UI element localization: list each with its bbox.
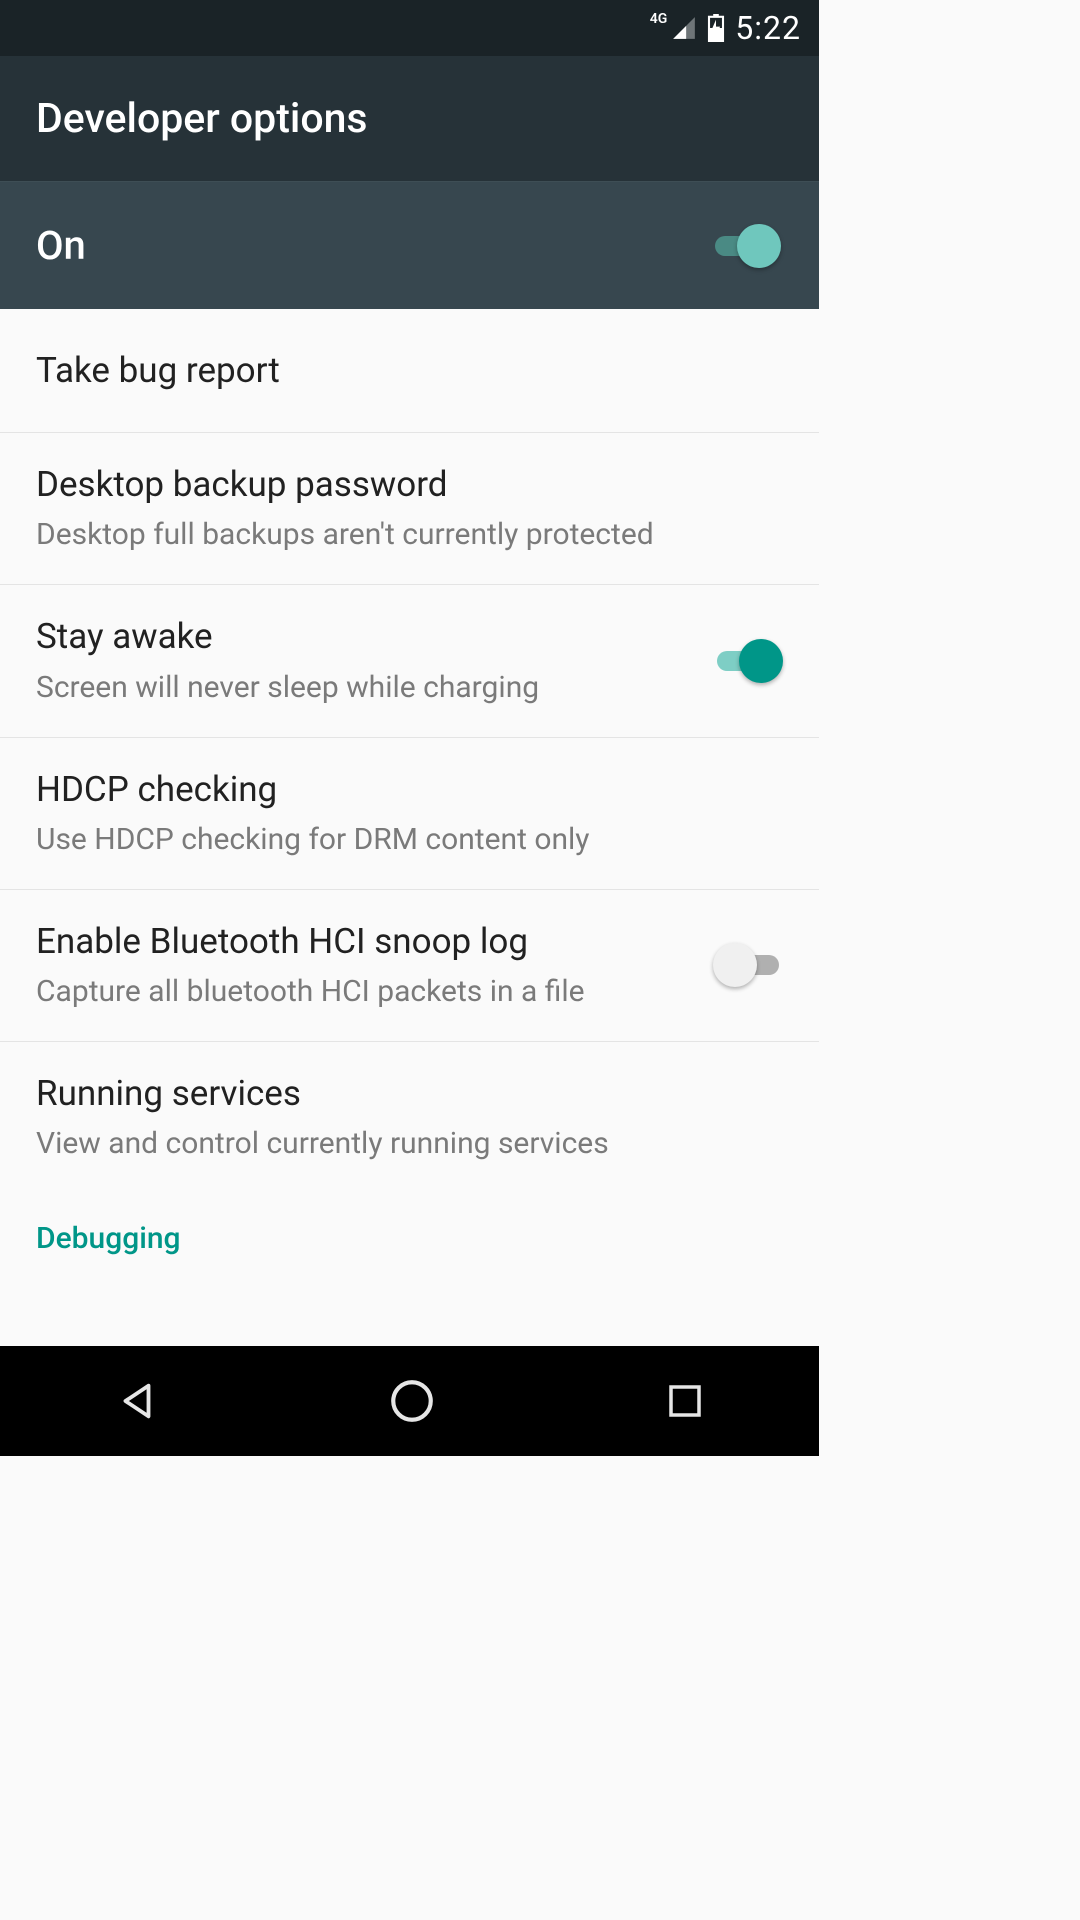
- item-subtitle: Desktop full backups aren't currently pr…: [36, 514, 767, 556]
- item-subtitle: Screen will never sleep while charging: [36, 667, 697, 709]
- item-subtitle: Use HDCP checking for DRM content only: [36, 819, 767, 861]
- item-subtitle: Capture all bluetooth HCI packets in a f…: [36, 971, 697, 1013]
- page-title: Developer options: [36, 95, 368, 143]
- item-subtitle: View and control currently running servi…: [36, 1123, 767, 1165]
- item-title: Running services: [36, 1070, 767, 1117]
- status-bar: 4G 5:22: [0, 0, 819, 56]
- cell-signal-icon: [671, 15, 697, 41]
- master-toggle-switch[interactable]: [711, 224, 781, 268]
- network-type-label: 4G: [650, 11, 668, 27]
- item-title: Take bug report: [36, 347, 767, 394]
- navigation-bar: [0, 1346, 819, 1456]
- item-title: HDCP checking: [36, 766, 767, 813]
- home-button[interactable]: [387, 1376, 437, 1426]
- battery-charging-icon: [707, 14, 725, 42]
- settings-list: Take bug report Desktop backup password …: [0, 309, 819, 1256]
- recent-apps-button[interactable]: [664, 1380, 706, 1422]
- developer-options-master-toggle[interactable]: On: [0, 181, 819, 309]
- desktop-backup-password-item[interactable]: Desktop backup password Desktop full bac…: [0, 433, 819, 585]
- item-title: Desktop backup password: [36, 461, 767, 508]
- hdcp-checking-item[interactable]: HDCP checking Use HDCP checking for DRM …: [0, 738, 819, 890]
- clock-label: 5:22: [735, 9, 801, 47]
- take-bug-report-item[interactable]: Take bug report: [0, 309, 819, 433]
- master-toggle-label: On: [36, 222, 86, 269]
- item-title: Enable Bluetooth HCI snoop log: [36, 918, 697, 965]
- back-button[interactable]: [114, 1378, 160, 1424]
- stay-awake-item[interactable]: Stay awake Screen will never sleep while…: [0, 585, 819, 737]
- item-title: Stay awake: [36, 613, 697, 660]
- bluetooth-hci-snoop-switch[interactable]: [713, 943, 783, 987]
- section-header-debugging: Debugging: [0, 1193, 819, 1256]
- bluetooth-hci-snoop-item[interactable]: Enable Bluetooth HCI snoop log Capture a…: [0, 890, 819, 1042]
- stay-awake-switch[interactable]: [713, 639, 783, 683]
- app-bar: Developer options: [0, 56, 819, 181]
- running-services-item[interactable]: Running services View and control curren…: [0, 1042, 819, 1193]
